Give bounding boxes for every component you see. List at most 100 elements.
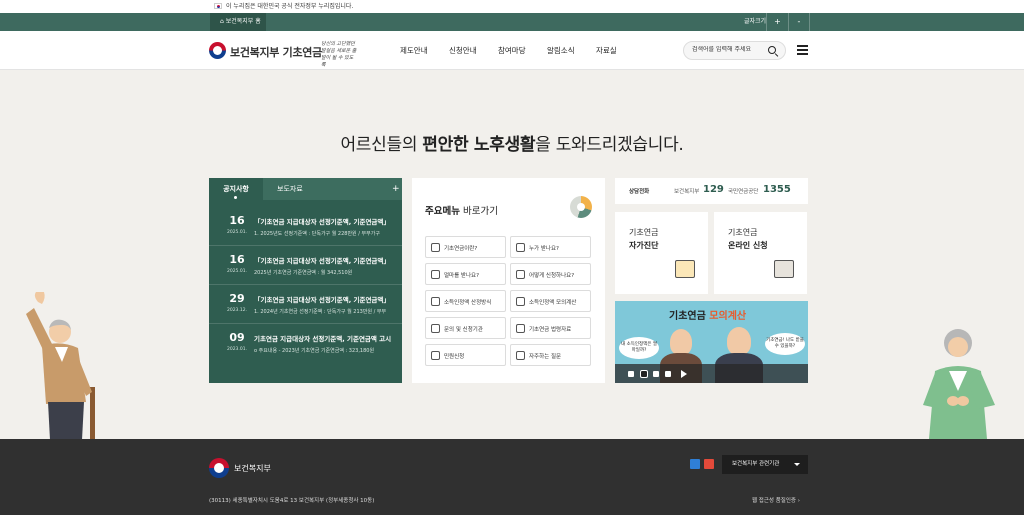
notice-item[interactable]: 16 2025.01. 「기초연금 지급대상자 선정기준액, 기준연금액」 20… [209,247,402,285]
card-line2: 자가진단 [629,241,659,250]
online-application-card[interactable]: 기초연금 온라인 신청 [714,212,807,294]
menu-how-to-apply[interactable]: 어떻게 신청하나요? [510,263,591,285]
menu-income-calc-method[interactable]: 소득인정액 산정방식 [425,290,506,312]
font-decrease-button[interactable]: - [788,13,810,31]
menu-what-is-basic-pension[interactable]: 기초연금이란? [425,236,506,258]
footer-org-name: 보건복지부 [234,464,271,473]
stamp-icon [431,351,440,360]
nav-news[interactable]: 알림소식 [547,45,575,56]
notice-summary: 1. 2025년도 선정기준액 : 단독가구 월 228만원 / 부부가구 [254,231,380,237]
menu-who-receives[interactable]: 누가 받나요? [510,236,591,258]
play-icon[interactable] [681,370,687,378]
nav-application-guide[interactable]: 신청안내 [449,45,477,56]
site-footer: 보건복지부 보건복지부 관련기관 (30113) 세종특별자치시 도움4로 13… [0,439,1024,515]
search-document-icon [516,270,525,279]
accessibility-cert-link[interactable]: 웹 접근성 품질인증 › [752,496,800,504]
font-increase-button[interactable]: + [766,13,788,31]
banner-title-accent: 모의계산 [709,311,747,322]
notice-day: 29 [229,292,245,305]
tab-notices[interactable]: 공지사항 [209,178,263,200]
notice-year-month: 2023.12. [226,308,248,313]
menu-button-label: 문의 및 신청기관 [444,327,483,333]
self-diagnosis-card[interactable]: 기초연금 자가진단 [615,212,708,294]
menu-button-label: 자주하는 질문 [529,354,562,360]
open-data-icon[interactable] [690,459,700,469]
tab-press[interactable]: 보도자료 [277,178,303,200]
slide-dot[interactable] [628,371,634,377]
ministry-home-link[interactable]: ⌂ 보건복지부 홈 [210,13,266,31]
gavel-icon [516,324,525,333]
call-org-nps: 국민연금공단 [728,189,759,195]
menu-civil-petition[interactable]: 민원신청 [425,344,506,366]
banner-bubble-left: 내 소득인정액은 얼마일까? [619,337,659,359]
menu-inquiry-agencies[interactable]: 문의 및 신청기관 [425,317,506,339]
menu-button-label: 소득인정액 산정방식 [444,300,492,306]
logo-slogan: 당신의 고단했던 발걸음 새로운 출발이 될 수 있도록 [321,41,357,68]
related-sites-label: 보건복지부 관련기관 [732,461,780,467]
call-center-panel: 상담전화 보건복지부 129 국민연금공단 1355 [615,178,808,204]
notice-more-button[interactable]: + [392,178,400,200]
menu-faq[interactable]: 자주하는 질문 [510,344,591,366]
notice-year-month: 2025.01. [226,230,248,235]
computer-icon [774,260,794,278]
ministry-home-label: 보건복지부 홈 [225,18,261,25]
notice-year-month: 2025.01. [226,269,248,274]
taegeuk-emblem-icon [209,42,226,59]
money-bag-icon [516,297,525,306]
banner-title-pre: 기초연금 [669,311,710,322]
call-number-ministry[interactable]: 129 [703,184,724,195]
menu-button-label: 기초연금 법령자료 [529,327,572,333]
notice-item[interactable]: 09 2023.01. 기초연금 지급대상자 선정기준액, 기준연금액 고시 o… [209,325,402,363]
call-number-nps[interactable]: 1355 [763,184,791,195]
call-org-ministry: 보건복지부 [674,189,700,195]
banner-title: 기초연금 모의계산 [669,307,746,322]
nav-archive[interactable]: 자료실 [596,45,617,56]
notice-year-month: 2023.01. [226,347,248,352]
notice-summary: 1. 2024년 기초연금 선정기준액 : 단독가구 월 213만원 / 부부 [254,309,387,315]
headline-pre: 어르신들의 [340,135,423,155]
call-label: 상담전화 [629,189,650,195]
coins-icon [431,243,440,252]
card-line1: 기초연금 [728,228,758,237]
menu-legal-materials[interactable]: 기초연금 법령자료 [510,317,591,339]
related-sites-select[interactable]: 보건복지부 관련기관 [722,455,808,474]
slide-dot-active[interactable] [640,370,648,378]
search-icon[interactable] [768,46,776,54]
notice-summary: 2025년 기초연금 기준연금액 : 월 342,510원 [254,270,353,276]
hero-headline: 어르신들의 편안한 노후생활을 도와드리겠습니다. [0,130,1024,155]
checklist-pen-icon [675,260,695,278]
menu-button-label: 기초연금이란? [444,246,478,252]
notice-item[interactable]: 29 2023.12. 「기초연금 지급대상자 선정기준액, 기준연금액」 1.… [209,286,402,324]
notice-day: 16 [229,214,245,227]
notice-title: 「기초연금 지급대상자 선정기준액, 기준연금액」 [254,296,390,304]
footer-address: (30113) 세종특별자치시 도움4로 13 보건복지부 (정부세종청사 10… [209,498,375,504]
notice-title: 기초연금 지급대상자 선정기준액, 기준연금액 고시 [254,335,392,343]
banner-bubble-right: 기초연금! 나도 받을 수 있을까? [765,333,805,355]
quick-menu-title: 주요메뉴 바로가기 [425,203,498,217]
headline-bold: 편안한 노후생활 [422,135,536,155]
quick-menu-title-rest: 바로가기 [459,206,498,217]
notice-title: 「기초연금 지급대상자 선정기준액, 기준연금액」 [254,257,390,265]
menu-icon[interactable] [797,45,808,55]
utility-bar: ⌂ 보건복지부 홈 글자크기 + - [0,13,1024,31]
menu-income-mock-calc[interactable]: 소득인정액 모의계산 [510,290,591,312]
nav-participation[interactable]: 참여마당 [498,45,526,56]
notice-item[interactable]: 16 2025.01. 「기초연금 지급대상자 선정기준액, 기준연금액」 1.… [209,208,402,246]
quick-menu-panel: 주요메뉴 바로가기 기초연금이란? 누가 받나요? 얼마를 받나요? 어떻게 신청하나… [412,178,605,383]
headline-post: 을 도와드리겠습니다. [535,135,684,155]
notice-day: 09 [229,331,245,344]
menu-button-label: 소득인정액 모의계산 [529,300,577,306]
pdf-icon[interactable] [704,459,714,469]
slide-dot[interactable] [665,371,671,377]
quick-menu-title-bold: 주요메뉴 [425,206,460,217]
font-size-label: 글자크기 [744,18,767,25]
menu-how-much[interactable]: 얼마를 받나요? [425,263,506,285]
menu-button-label: 누가 받나요? [529,246,559,252]
slide-dot[interactable] [653,371,659,377]
gov-banner-text: 이 누리집은 대한민국 공식 전자정부 누리집입니다. [226,3,354,10]
footer-emblem-icon [209,458,229,478]
nav-system-guide[interactable]: 제도안내 [400,45,428,56]
banner-man-face [727,327,751,355]
search-input[interactable] [692,46,770,53]
mock-calculation-banner[interactable]: 기초연금 모의계산 내 소득인정액은 얼마일까? 기초연금! 나도 받을 수 있… [615,301,808,383]
